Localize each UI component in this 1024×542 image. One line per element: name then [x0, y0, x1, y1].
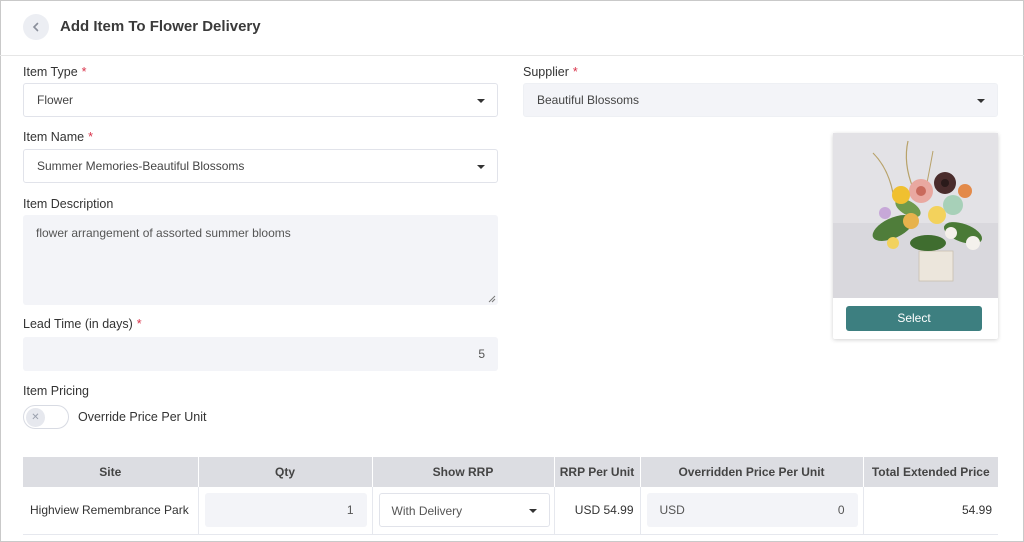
- page-header: Add Item To Flower Delivery: [0, 0, 1024, 56]
- column-header-rrp-per-unit: RRP Per Unit: [554, 457, 641, 487]
- table-header-row: Site Qty Show RRP RRP Per Unit Overridde…: [23, 457, 998, 487]
- table-row: Highview Remembrance Park 1 With Deliver…: [23, 487, 998, 535]
- required-mark: *: [136, 317, 142, 331]
- supplier-select[interactable]: Beautiful Blossoms: [523, 83, 998, 117]
- select-image-button[interactable]: Select: [846, 306, 982, 331]
- item-type-label: Item Type *: [23, 65, 87, 79]
- item-name-select[interactable]: Summer Memories-Beautiful Blossoms: [23, 149, 498, 183]
- caret-down-icon: [477, 99, 485, 103]
- overridden-price-cell: USD 0: [640, 487, 864, 535]
- supplier-label: Supplier *: [523, 65, 578, 79]
- item-description-value: flower arrangement of assorted summer bl…: [36, 226, 291, 240]
- show-rrp-select[interactable]: With Delivery: [378, 493, 550, 527]
- item-description-textarea[interactable]: flower arrangement of assorted summer bl…: [23, 215, 498, 305]
- item-description-label: Item Description: [23, 197, 114, 211]
- column-header-site: Site: [23, 457, 199, 487]
- resize-handle-icon[interactable]: [488, 295, 496, 303]
- x-icon: ✕: [26, 408, 45, 427]
- lead-time-input[interactable]: 5: [23, 337, 498, 371]
- show-rrp-value: With Delivery: [391, 504, 463, 518]
- back-button[interactable]: [23, 14, 49, 40]
- chevron-left-icon: [32, 22, 39, 32]
- overridden-price-input[interactable]: USD 0: [646, 493, 858, 527]
- qty-cell: 1: [198, 487, 373, 535]
- page-title: Add Item To Flower Delivery: [60, 18, 261, 35]
- override-price-toggle[interactable]: ✕: [23, 405, 69, 429]
- total-extended-price-cell: 54.99: [863, 487, 998, 535]
- item-name-label: Item Name *: [23, 130, 94, 144]
- pricing-table: Site Qty Show RRP RRP Per Unit Overridde…: [23, 457, 998, 535]
- rrp-per-unit-cell: USD 54.99: [554, 487, 641, 535]
- required-mark: *: [81, 65, 87, 79]
- lead-time-label: Lead Time (in days) *: [23, 317, 142, 331]
- item-name-value: Summer Memories-Beautiful Blossoms: [37, 159, 245, 173]
- site-cell: Highview Remembrance Park: [23, 487, 199, 535]
- required-mark: *: [572, 65, 578, 79]
- item-type-select[interactable]: Flower: [23, 83, 498, 117]
- overridden-value: 0: [837, 503, 845, 517]
- item-type-value: Flower: [37, 93, 74, 107]
- supplier-value: Beautiful Blossoms: [537, 93, 640, 107]
- override-price-label: Override Price Per Unit: [78, 410, 207, 424]
- overridden-currency: USD: [659, 503, 685, 517]
- flower-arrangement-image: [833, 133, 998, 298]
- item-pricing-label: Item Pricing: [23, 384, 89, 398]
- column-header-total-extended-price: Total Extended Price: [863, 457, 998, 487]
- caret-down-icon: [477, 165, 485, 169]
- column-header-qty: Qty: [198, 457, 373, 487]
- column-header-overridden-price: Overridden Price Per Unit: [640, 457, 864, 487]
- show-rrp-cell: With Delivery: [372, 487, 555, 535]
- qty-input[interactable]: 1: [204, 493, 367, 527]
- caret-down-icon: [528, 509, 537, 513]
- required-mark: *: [88, 130, 94, 144]
- column-header-show-rrp: Show RRP: [372, 457, 555, 487]
- caret-down-icon: [977, 99, 985, 103]
- item-image-card: Select: [833, 133, 998, 339]
